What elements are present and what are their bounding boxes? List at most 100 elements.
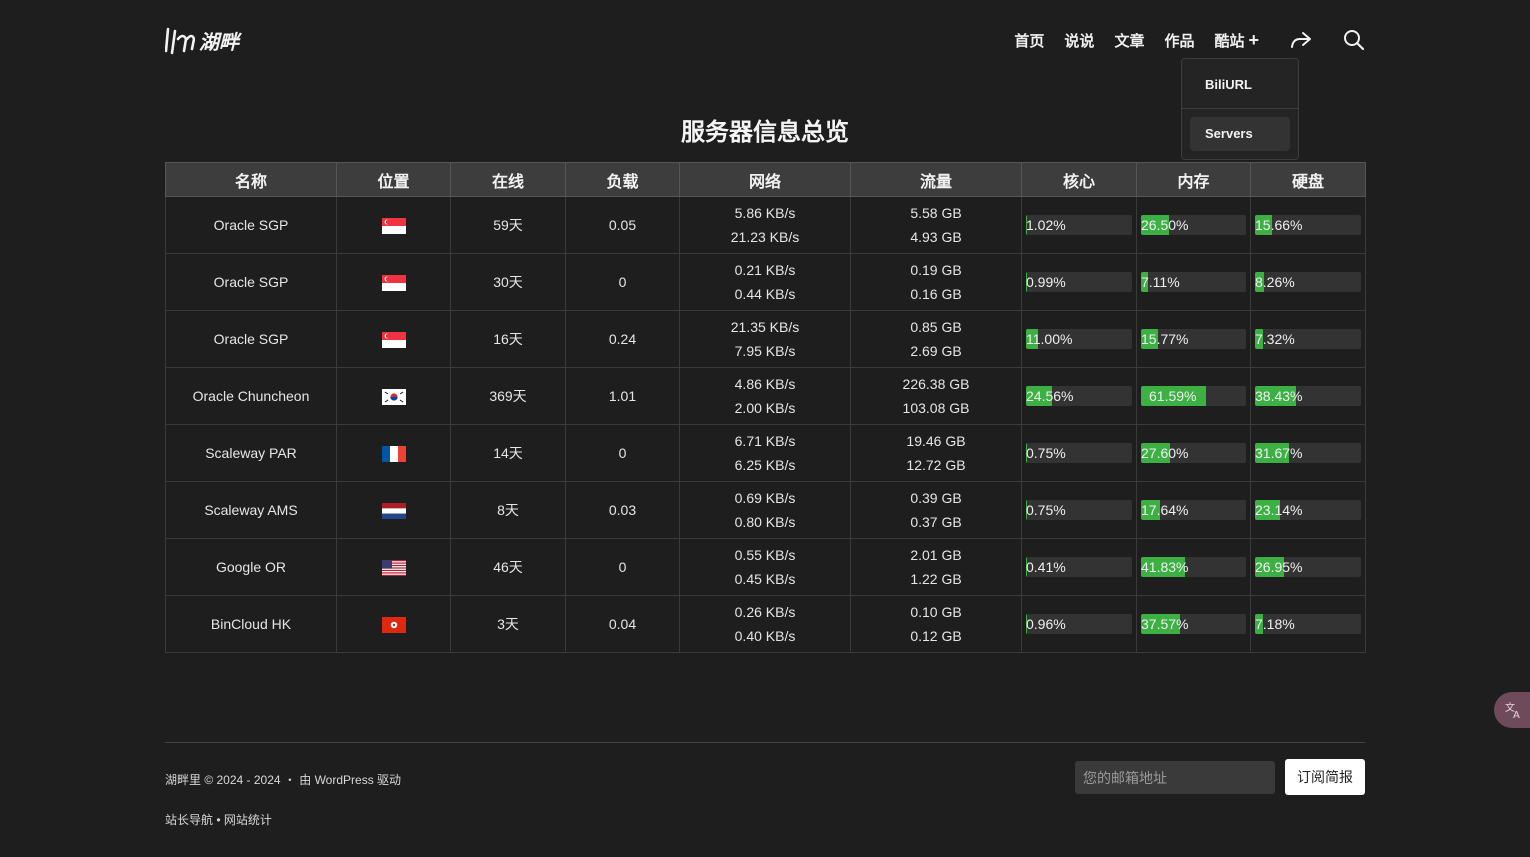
cpu-usage-bar: 0.75% (1026, 500, 1132, 520)
server-traffic: 0.19 GB 0.16 GB (850, 253, 1022, 311)
footer-link-stats[interactable]: 网站统计 (224, 813, 272, 827)
server-name: Oracle SGP (165, 196, 337, 254)
footer-link-separator: • (213, 813, 224, 827)
email-input[interactable] (1075, 761, 1275, 794)
nav-item-moments[interactable]: 说说 (1064, 30, 1094, 51)
disk-usage-text: 7.32% (1255, 331, 1295, 347)
server-network: 0.55 KB/s 0.45 KB/s (679, 538, 851, 596)
server-name: Scaleway PAR (165, 424, 337, 482)
server-name: Oracle Chuncheon (165, 367, 337, 425)
traffic-down: 0.12 GB (910, 628, 962, 644)
nav-item-cool-sites[interactable]: 酷站 + (1214, 30, 1259, 51)
memory-cell: 37.57% (1136, 595, 1251, 653)
traffic-down: 0.16 GB (910, 286, 962, 302)
disk-usage-bar: 38.43% (1255, 386, 1361, 406)
network-down: 6.25 KB/s (734, 457, 796, 473)
memory-usage-bar: 26.50% (1141, 215, 1246, 235)
server-network: 0.26 KB/s 0.40 KB/s (679, 595, 851, 653)
server-network: 5.86 KB/s 21.23 KB/s (679, 196, 851, 254)
traffic-down: 0.37 GB (910, 514, 962, 530)
cpu-usage-bar: 0.41% (1026, 557, 1132, 577)
table-row: Scaleway PAR 14天 0 6.71 KB/s 6.25 KB/s 19.46 … (165, 424, 1366, 482)
search-icon[interactable] (1343, 29, 1365, 51)
nav-item-home[interactable]: 首页 (1014, 30, 1044, 51)
disk-cell: 7.32% (1250, 310, 1366, 368)
memory-cell: 7.11% (1136, 253, 1251, 311)
disk-usage-bar: 8.26% (1255, 272, 1361, 292)
server-network: 4.86 KB/s 2.00 KB/s (679, 367, 851, 425)
disk-cell: 23.14% (1250, 481, 1366, 539)
traffic-down: 12.72 GB (906, 457, 966, 473)
server-traffic: 0.10 GB 0.12 GB (850, 595, 1022, 653)
nav-item-cool-sites-label: 酷站 (1214, 32, 1245, 50)
network-up: 0.69 KB/s (734, 490, 796, 506)
disk-usage-bar: 23.14% (1255, 500, 1361, 520)
singapore-flag-icon (381, 274, 406, 291)
cpu-cell: 0.75% (1021, 481, 1137, 539)
server-load: 0 (565, 538, 680, 596)
cpu-usage-text: 0.75% (1026, 445, 1066, 461)
table-row: Oracle SGP 30天 0 0.21 KB/s 0.44 KB/s 0.19 GB 0… (165, 253, 1366, 311)
nav-item-works[interactable]: 作品 (1164, 30, 1194, 51)
cpu-usage-bar: 0.75% (1026, 443, 1132, 463)
cpu-cell: 1.02% (1021, 196, 1137, 254)
server-name: BinCloud HK (165, 595, 337, 653)
cpu-cell: 0.75% (1021, 424, 1137, 482)
disk-usage-text: 23.14% (1255, 502, 1303, 518)
traffic-up: 2.01 GB (910, 547, 962, 563)
disk-cell: 31.67% (1250, 424, 1366, 482)
network-up: 4.86 KB/s (734, 376, 796, 392)
traffic-up: 5.58 GB (910, 205, 962, 221)
server-uptime: 14天 (450, 424, 566, 482)
memory-usage-bar: 17.64% (1141, 500, 1246, 520)
network-down: 0.45 KB/s (734, 571, 796, 587)
server-traffic: 5.58 GB 4.93 GB (850, 196, 1022, 254)
page-title: 服务器信息总览 (681, 119, 849, 146)
translate-icon[interactable]: 文 A (1494, 692, 1530, 728)
disk-cell: 15.66% (1250, 196, 1366, 254)
memory-usage-bar: 7.11% (1141, 272, 1246, 292)
server-load: 0.05 (565, 196, 680, 254)
singapore-flag-icon (381, 331, 406, 348)
col-header-traffic: 流量 (850, 162, 1022, 197)
memory-cell: 26.50% (1136, 196, 1251, 254)
memory-usage-text: 27.60% (1141, 445, 1189, 461)
col-header-uptime: 在线 (450, 162, 566, 197)
nav-item-articles[interactable]: 文章 (1114, 30, 1144, 51)
server-load: 0.03 (565, 481, 680, 539)
plus-icon: + (1248, 29, 1259, 50)
footer-links: 站长导航 • 网站统计 (165, 811, 272, 828)
network-up: 6.71 KB/s (734, 433, 796, 449)
network-down: 21.23 KB/s (730, 229, 800, 245)
server-location (336, 481, 451, 539)
table-row: BinCloud HK 3天 0.04 0.26 KB/s 0.40 KB/s 0.10 … (165, 595, 1366, 653)
cpu-cell: 0.41% (1021, 538, 1137, 596)
south-korea-flag-icon (381, 388, 406, 405)
network-up: 0.21 KB/s (734, 262, 796, 278)
logo-mark-icon (165, 27, 195, 55)
disk-cell: 38.43% (1250, 367, 1366, 425)
dropdown-item-biliurl[interactable]: BiliURL (1190, 68, 1290, 102)
memory-usage-bar: 37.57% (1141, 614, 1246, 634)
table-header-row: 名称 位置 在线 负载 网络 流量 核心 内存 硬盘 (165, 162, 1366, 197)
cpu-usage-text: 0.99% (1026, 274, 1066, 290)
cpu-usage-text: 24.56% (1026, 388, 1074, 404)
server-uptime: 59天 (450, 196, 566, 254)
memory-usage-text: 26.50% (1141, 217, 1189, 233)
share-icon[interactable] (1289, 28, 1313, 52)
disk-usage-bar: 7.18% (1255, 614, 1361, 634)
footer-link-nav[interactable]: 站长导航 (165, 813, 213, 827)
disk-usage-text: 26.95% (1255, 559, 1303, 575)
site-logo[interactable]: 湖畔 (165, 24, 239, 56)
disk-usage-bar: 15.66% (1255, 215, 1361, 235)
table-row: Oracle Chuncheon 369天 1.01 4.86 KB/s 2.00 KB… (165, 367, 1366, 425)
memory-usage-bar: 27.60% (1141, 443, 1246, 463)
server-uptime: 8天 (450, 481, 566, 539)
france-flag-icon (381, 445, 406, 462)
dropdown-divider (1182, 108, 1298, 109)
disk-usage-text: 38.43% (1255, 388, 1303, 404)
subscribe-button[interactable]: 订阅简报 (1285, 759, 1365, 795)
memory-cell: 17.64% (1136, 481, 1251, 539)
traffic-down: 1.22 GB (910, 571, 962, 587)
memory-usage-bar: 61.59% (1141, 386, 1246, 406)
